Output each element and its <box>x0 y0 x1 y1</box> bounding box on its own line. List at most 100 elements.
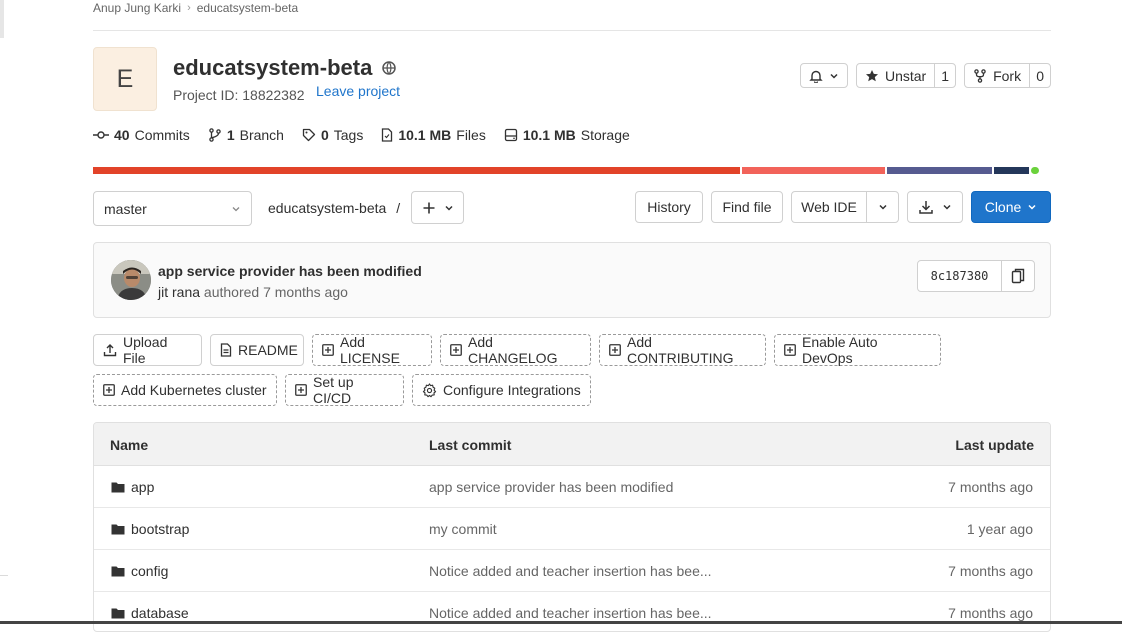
setup-cicd-button[interactable]: Set up CI/CD <box>285 374 404 406</box>
web-ide-split-button: Web IDE <box>791 191 899 223</box>
add-to-tree-dropdown[interactable] <box>411 191 464 224</box>
unstar-button[interactable]: Unstar <box>857 64 934 87</box>
branch-count: 1 <box>226 127 235 143</box>
commits-label: Commits <box>134 127 190 143</box>
setup-cicd-label: Set up CI/CD <box>313 374 354 406</box>
repo-path-root[interactable]: educatsystem-beta <box>268 200 386 216</box>
find-file-button[interactable]: Find file <box>711 191 783 223</box>
storage-size: 10.1 MB <box>522 127 576 143</box>
last-commit-panel: app service provider has been modified j… <box>93 242 1051 318</box>
fork-count[interactable]: 0 <box>1029 64 1050 87</box>
row-update-time: 7 months ago <box>948 479 1033 495</box>
star-button-group: Unstar 1 <box>856 63 956 88</box>
breadcrumb-project[interactable]: educatsystem-beta <box>197 1 298 15</box>
web-ide-dropdown[interactable] <box>867 192 898 222</box>
folder-name: database <box>131 605 189 621</box>
project-avatar: E <box>93 47 157 111</box>
tag-icon <box>302 128 316 142</box>
upload-file-label: Upload File <box>123 334 168 366</box>
table-row[interactable]: app app service provider has been modifi… <box>94 466 1050 508</box>
folder-link[interactable]: database <box>111 605 189 621</box>
language-segment[interactable] <box>993 167 1029 174</box>
table-row[interactable]: database Notice added and teacher insert… <box>94 592 1050 631</box>
sidebar-divider <box>0 575 8 576</box>
language-segment[interactable] <box>742 167 886 174</box>
clone-label: Clone <box>984 199 1022 215</box>
tags-count: 0 <box>320 127 329 143</box>
table-row[interactable]: config Notice added and teacher insertio… <box>94 550 1050 592</box>
commit-title[interactable]: app service provider has been modified <box>158 263 422 279</box>
folder-link[interactable]: config <box>111 563 168 579</box>
configure-integrations-button[interactable]: Configure Integrations <box>412 374 591 406</box>
gear-icon <box>422 382 437 398</box>
commits-stat[interactable]: 40 Commits <box>93 127 190 143</box>
path-separator: / <box>396 200 401 216</box>
folder-link[interactable]: bootstrap <box>111 521 189 537</box>
commit-sha-group: 8c187380 <box>917 260 1035 292</box>
project-title-row: educatsystem-beta <box>173 55 397 81</box>
add-kubernetes-label: Add Kubernetes cluster <box>121 382 267 398</box>
table-header: Name Last commit Last update <box>94 423 1050 466</box>
project-title: educatsystem-beta <box>173 55 373 80</box>
row-commit-message[interactable]: my commit <box>429 521 497 537</box>
row-commit-message[interactable]: app service provider has been modified <box>429 479 673 495</box>
row-commit-message[interactable]: Notice added and teacher insertion has b… <box>429 605 712 621</box>
branch-selector[interactable]: master <box>93 191 252 226</box>
download-dropdown[interactable] <box>907 191 963 223</box>
repository-languages-bar[interactable] <box>93 167 1051 174</box>
tags-stat[interactable]: 0 Tags <box>302 127 363 143</box>
branch-icon <box>208 128 222 142</box>
files-label: Files <box>456 127 486 143</box>
fork-button[interactable]: Fork <box>965 64 1029 87</box>
column-name: Name <box>110 437 149 453</box>
chevron-down-icon <box>829 71 839 81</box>
copy-sha-button[interactable] <box>1002 261 1034 291</box>
breadcrumb-owner[interactable]: Anup Jung Karki <box>93 1 181 15</box>
row-update-time: 7 months ago <box>948 563 1033 579</box>
add-contributing-button[interactable]: Add CONTRIBUTING <box>599 334 766 366</box>
folder-name: config <box>131 563 169 579</box>
document-icon <box>220 343 232 357</box>
bell-icon <box>809 69 823 83</box>
clone-dropdown[interactable]: Clone <box>971 191 1051 223</box>
chevron-right-icon: › <box>187 2 191 14</box>
author-avatar[interactable] <box>111 260 151 300</box>
folder-name: bootstrap <box>131 521 190 537</box>
language-segment[interactable] <box>93 167 741 174</box>
upload-icon <box>103 343 117 357</box>
branch-stat[interactable]: 1 Branch <box>208 127 284 143</box>
web-ide-button[interactable]: Web IDE <box>792 192 867 222</box>
commit-meta: jit rana authored 7 months ago <box>158 284 348 300</box>
commit-author[interactable]: jit rana <box>158 284 200 300</box>
plus-square-icon <box>295 384 307 396</box>
file-icon <box>381 128 393 142</box>
tags-label: Tags <box>333 127 364 143</box>
add-changelog-button[interactable]: Add CHANGELOG <box>440 334 591 366</box>
plus-icon <box>422 201 436 215</box>
enable-auto-devops-button[interactable]: Enable Auto DevOps <box>774 334 941 366</box>
language-segment[interactable] <box>887 167 992 174</box>
add-license-button[interactable]: Add LICENSE <box>312 334 432 366</box>
table-row[interactable]: bootstrap my commit 1 year ago <box>94 508 1050 550</box>
files-stat[interactable]: 10.1 MB Files <box>381 127 486 143</box>
row-commit-message[interactable]: Notice added and teacher insertion has b… <box>429 563 712 579</box>
leave-project-link[interactable]: Leave project <box>316 83 400 99</box>
add-contributing-label: Add CONTRIBUTING <box>627 334 734 366</box>
repo-path: educatsystem-beta / <box>268 200 400 216</box>
storage-icon <box>504 128 518 142</box>
upload-file-button[interactable]: Upload File <box>93 334 202 366</box>
language-segment[interactable] <box>1030 167 1039 174</box>
folder-link[interactable]: app <box>111 479 154 495</box>
readme-button[interactable]: README <box>210 334 304 366</box>
history-button[interactable]: History <box>635 191 703 223</box>
storage-stat[interactable]: 10.1 MB Storage <box>504 127 630 143</box>
commit-sha[interactable]: 8c187380 <box>918 261 1002 291</box>
branch-label: Branch <box>239 127 284 143</box>
project-stats: 40 Commits 1 Branch 0 Tags 10.1 MB Files… <box>93 127 630 143</box>
add-kubernetes-cluster-button[interactable]: Add Kubernetes cluster <box>93 374 277 406</box>
plus-square-icon <box>103 384 115 396</box>
star-count[interactable]: 1 <box>934 64 955 87</box>
folder-icon <box>111 523 125 535</box>
commit-time: authored 7 months ago <box>203 284 348 300</box>
notification-dropdown[interactable] <box>800 63 848 88</box>
